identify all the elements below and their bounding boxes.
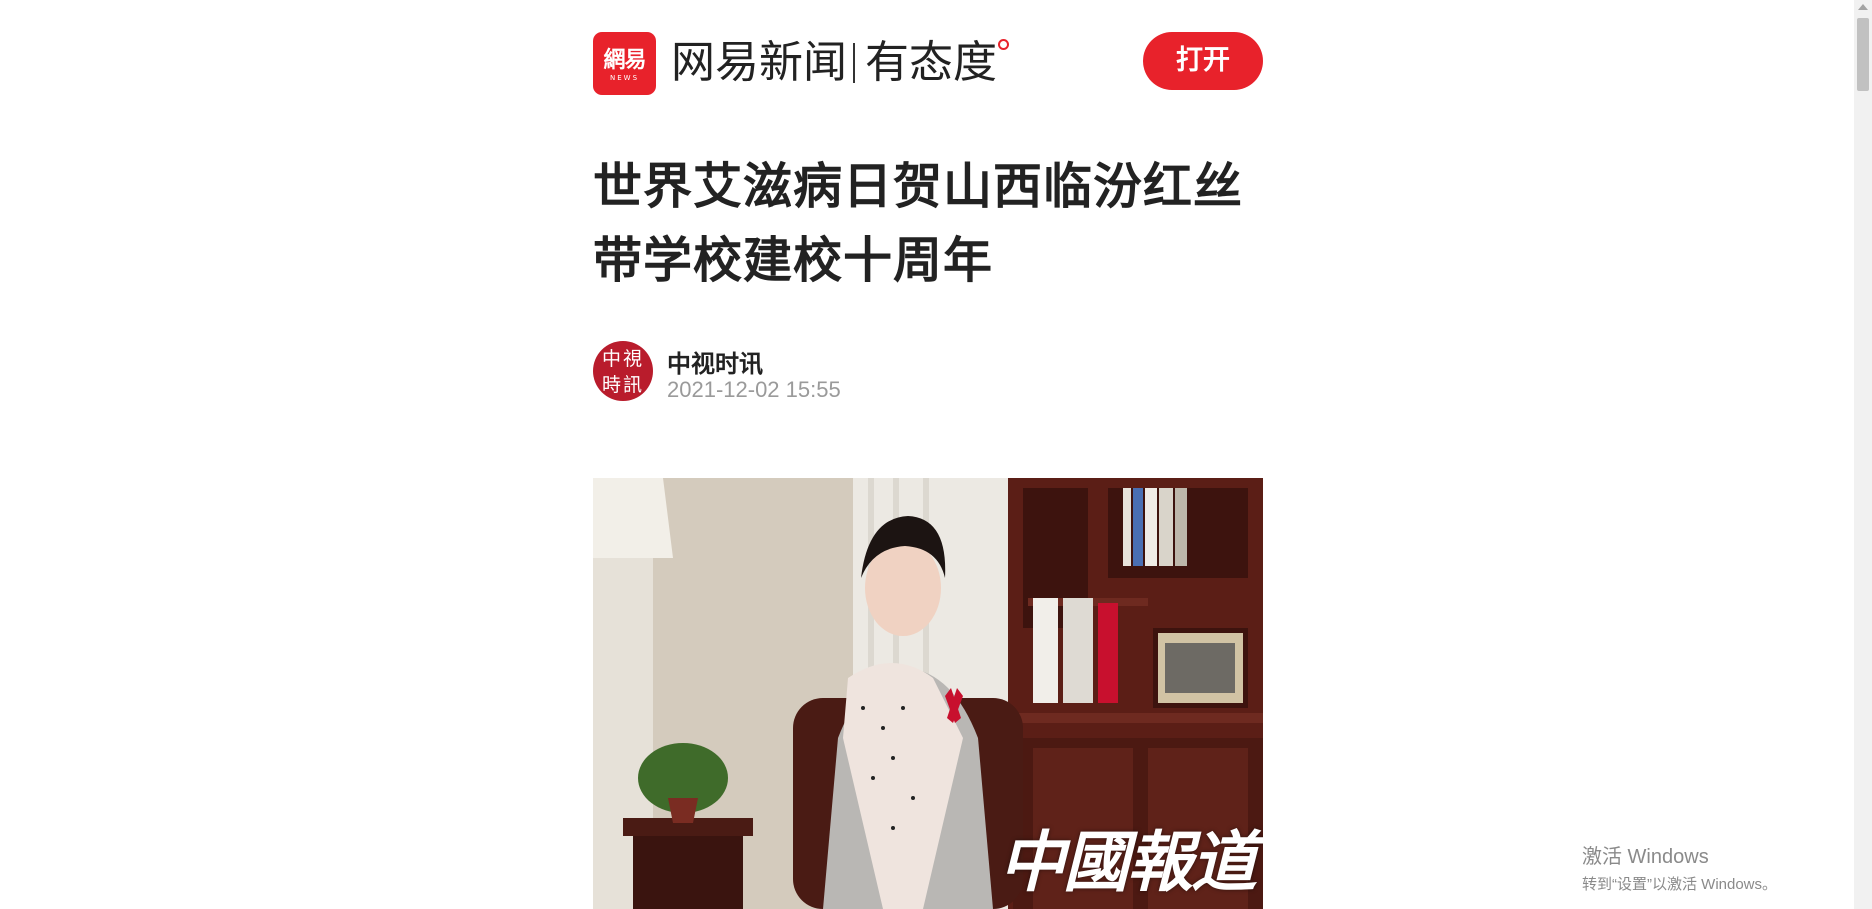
site-header: 網易 NEWS 网易新闻 有态度 打开: [593, 32, 1263, 95]
open-app-button[interactable]: 打开: [1143, 32, 1263, 90]
author-avatar[interactable]: 中視時訊: [593, 341, 653, 401]
brand-name: 网易新闻: [671, 37, 847, 88]
brand-title: 网易新闻 有态度: [671, 37, 1009, 88]
scroll-up-arrow-icon[interactable]: [1858, 4, 1868, 10]
photo-watermark: 中國報道: [999, 823, 1257, 901]
scrollbar-thumb[interactable]: [1857, 18, 1869, 91]
page: 網易 NEWS 网易新闻 有态度 打开 世界艾滋病日贺山西临汾红丝带学校建校十周年…: [0, 0, 1872, 909]
avatar-seal-text: 中視時訊: [601, 348, 644, 396]
article-photo[interactable]: 中國報道: [593, 478, 1263, 909]
author-info: 中視時訊 中视时讯 2021-12-02 15:55: [593, 341, 1263, 403]
windows-activation-notice: 激活 Windows 转到“设置”以激活 Windows。: [1582, 840, 1777, 894]
activation-subtitle: 转到“设置”以激活 Windows。: [1582, 876, 1778, 893]
brand-slogan: 有态度: [865, 37, 1009, 88]
logo-chinese-text: 網易: [603, 47, 646, 73]
netease-news-logo-icon[interactable]: 網易 NEWS: [593, 32, 656, 95]
article-title: 世界艾滋病日贺山西临汾红丝带学校建校十周年: [593, 158, 1244, 289]
logo-english-text: NEWS: [609, 74, 640, 82]
brand-divider: [853, 43, 855, 83]
author-name[interactable]: 中视时讯: [667, 344, 763, 379]
activation-title: 激活 Windows: [1582, 846, 1709, 868]
vertical-scrollbar[interactable]: [1854, 0, 1872, 909]
registered-dot-icon: [998, 39, 1009, 50]
publish-time: 2021-12-02 15:55: [667, 377, 841, 402]
